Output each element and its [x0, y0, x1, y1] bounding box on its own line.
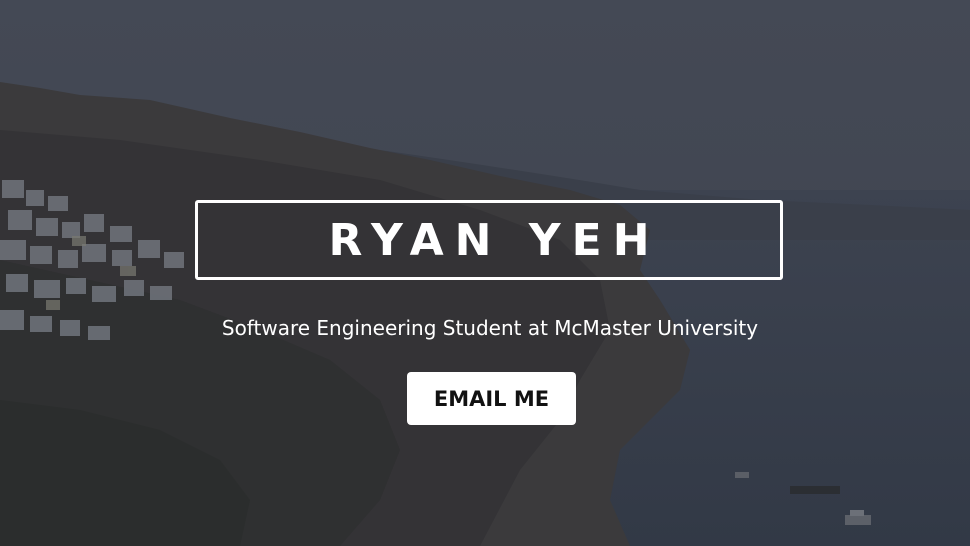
- name-banner: RYAN YEH: [195, 200, 783, 280]
- email-me-button[interactable]: EMAIL ME: [407, 372, 576, 425]
- hero-section: RYAN YEH Software Engineering Student at…: [0, 0, 970, 546]
- page-title: RYAN YEH: [328, 214, 661, 266]
- tagline: Software Engineering Student at McMaster…: [221, 316, 759, 340]
